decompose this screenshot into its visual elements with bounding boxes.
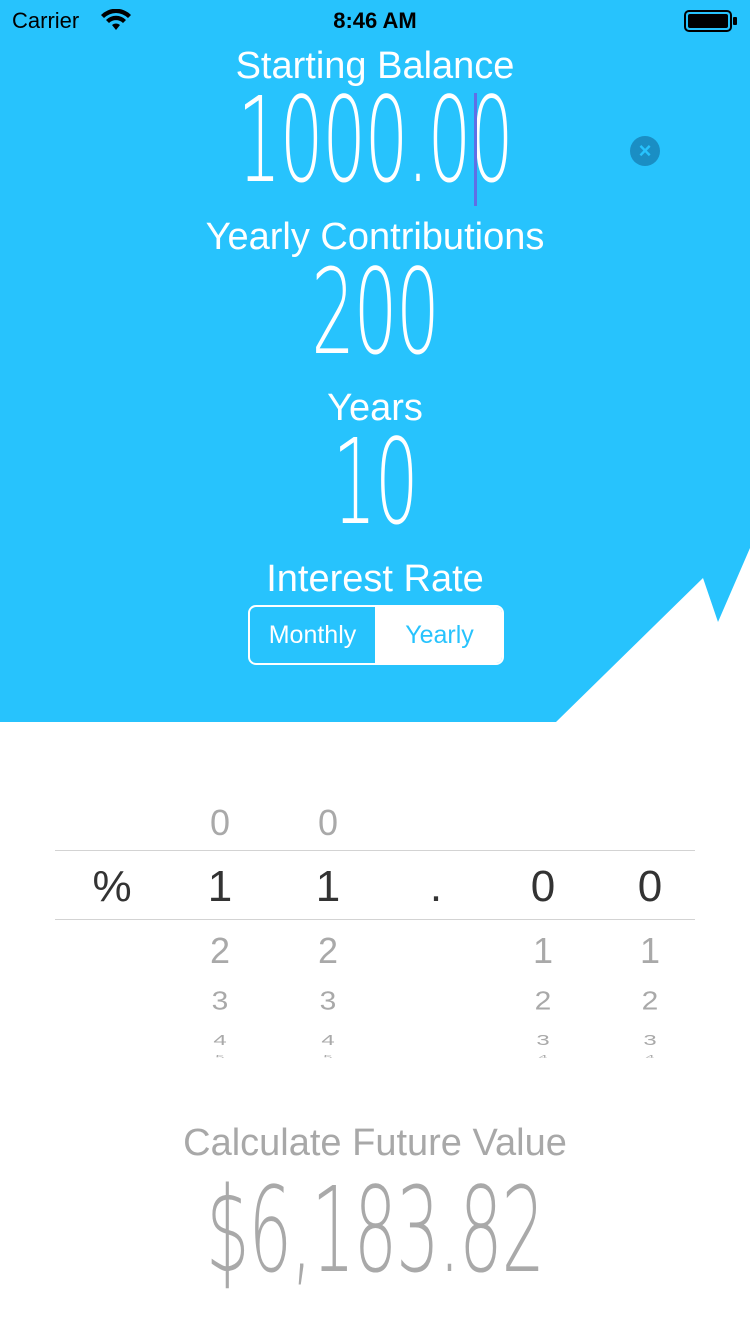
picker-value-selected: 0 bbox=[530, 862, 556, 911]
picker-value-below: 2 bbox=[209, 930, 231, 971]
picker-value-below: 3 bbox=[211, 987, 229, 1016]
picker-value-selected: 0 bbox=[637, 862, 663, 911]
picker-value-below: 2 bbox=[317, 930, 339, 971]
starting-balance-input[interactable]: 1000.00 bbox=[158, 80, 593, 200]
segment-monthly[interactable]: Monthly bbox=[250, 607, 377, 663]
picker-value-below: 2 bbox=[534, 987, 552, 1016]
picker-value-below: 4 bbox=[321, 1032, 335, 1049]
picker-value-above: 0 bbox=[209, 802, 231, 843]
status-bar: Carrier 8:46 AM bbox=[0, 0, 750, 40]
picker-value-below: 2 bbox=[641, 987, 659, 1016]
picker-column-tens[interactable]: 0 1 2 3 4 5 bbox=[180, 780, 260, 1070]
segment-yearly[interactable]: Yearly bbox=[377, 607, 502, 663]
picker-value-selected: 1 bbox=[315, 862, 341, 911]
picker-column-tenths[interactable]: 0 1 2 3 4 bbox=[503, 780, 583, 1070]
picker-value-below: 3 bbox=[643, 1032, 657, 1049]
interest-rate-picker[interactable]: % 0 1 2 3 4 5 0 1 2 3 4 5 . 0 1 2 3 4 0 … bbox=[0, 780, 750, 1070]
picker-value-selected: 1 bbox=[207, 862, 233, 911]
picker-column-hundredths[interactable]: 0 1 2 3 4 bbox=[610, 780, 690, 1070]
picker-value-below: 4 bbox=[213, 1032, 227, 1049]
picker-value-above: 0 bbox=[317, 802, 339, 843]
clear-input-button[interactable]: × bbox=[630, 136, 660, 166]
picker-value-below: 3 bbox=[319, 987, 337, 1016]
calculate-future-value-button[interactable]: Calculate Future Value bbox=[0, 1122, 750, 1165]
picker-value-below: 1 bbox=[639, 930, 661, 971]
picker-column-percent[interactable]: % bbox=[72, 780, 152, 1070]
picker-value-selected: % bbox=[92, 862, 132, 911]
picker-column-decimal[interactable]: . bbox=[396, 780, 476, 1070]
text-caret bbox=[474, 93, 477, 206]
picker-value-below: 1 bbox=[532, 930, 554, 971]
battery-icon bbox=[684, 10, 737, 32]
future-value-result: $6,183.82 bbox=[206, 1161, 545, 1299]
status-time: 8:46 AM bbox=[333, 8, 417, 33]
interest-rate-label: Interest Rate bbox=[266, 558, 484, 600]
picker-value-below: 5 bbox=[323, 1054, 333, 1058]
years-input[interactable]: 10 bbox=[158, 422, 593, 542]
picker-value-below: 3 bbox=[536, 1032, 550, 1049]
picker-value-below: 5 bbox=[215, 1054, 225, 1058]
yearly-contributions-input[interactable]: 200 bbox=[158, 252, 593, 372]
picker-column-ones[interactable]: 0 1 2 3 4 5 bbox=[288, 780, 368, 1070]
picker-value-below: 4 bbox=[645, 1054, 655, 1058]
interest-frequency-segmented-control: Monthly Yearly bbox=[248, 605, 504, 665]
picker-value-below: 4 bbox=[538, 1054, 548, 1058]
picker-value-selected: . bbox=[429, 862, 443, 911]
